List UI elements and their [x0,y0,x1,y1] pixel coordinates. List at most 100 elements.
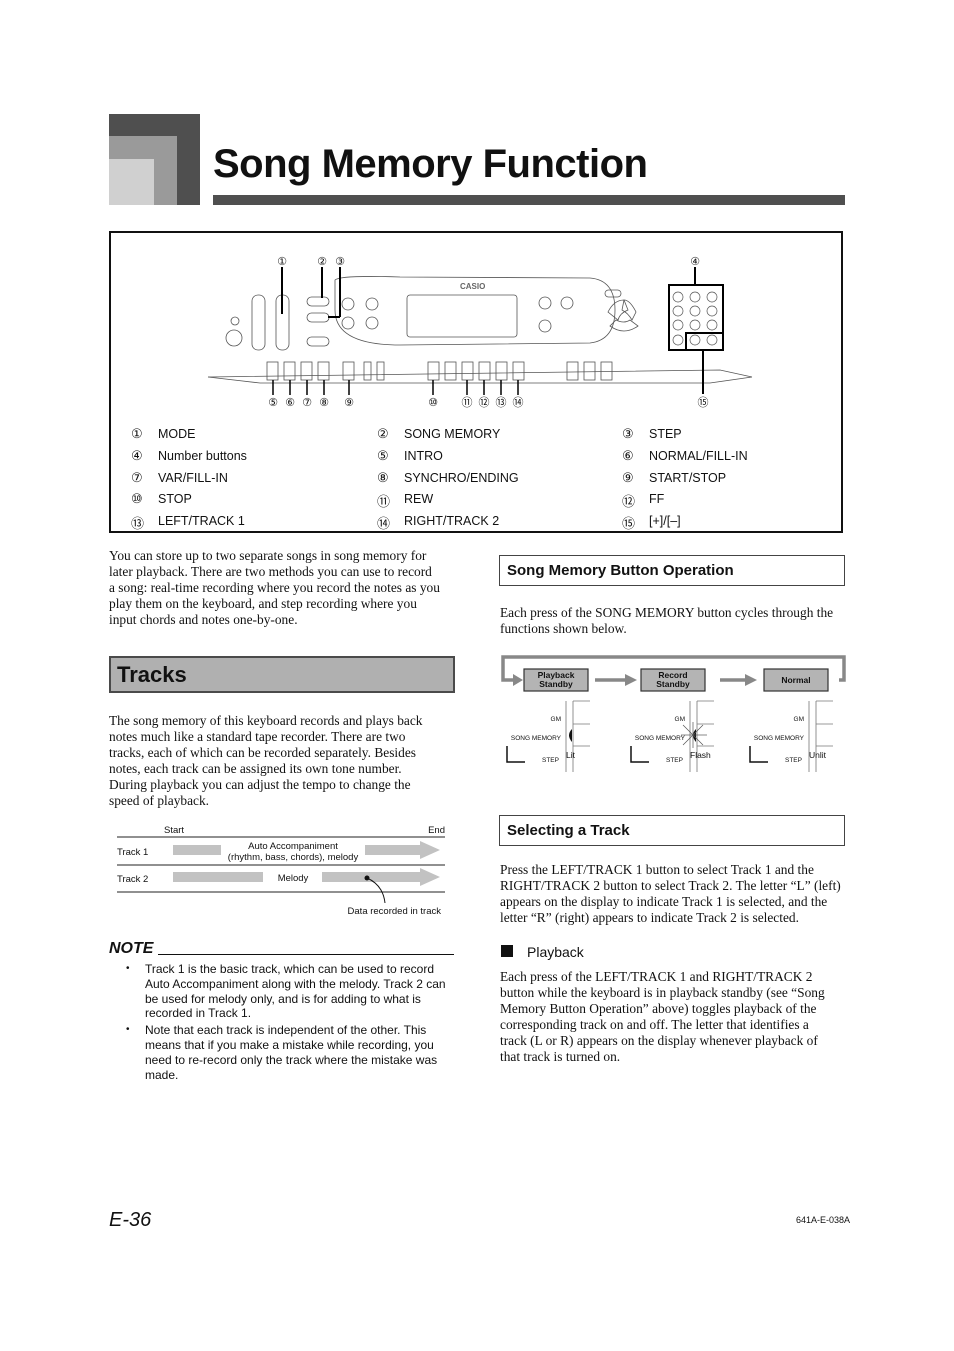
start-label: Start [164,825,184,836]
step-label: STEP [785,757,802,764]
legend-num: ① [131,426,143,441]
section-heading-song-memory-op: Song Memory Button Operation [499,555,845,586]
legend-label: NORMAL/FILL-IN [649,449,748,463]
song-memory-op-paragraph: Each press of the SONG MEMORY button cyc… [500,605,850,637]
track2-arrowhead [420,868,440,886]
text-line: notes, each track can be assigned its ow… [109,761,402,776]
subsection-heading-playback: Playback [527,944,584,960]
legend-label: [+]/[–] [649,514,681,528]
gm-label: GM [794,716,804,723]
step-label: STEP [542,757,559,764]
song-memory-label: SONG MEMORY [754,735,805,742]
legend-num: ⑪ [377,494,391,509]
gm-label: GM [675,716,685,723]
text-line: track (L or R) appears on the display wh… [500,1033,818,1048]
legend-num: ⑦ [131,470,143,485]
note-item: Track 1 is the basic track, which can be… [126,962,456,1021]
text-line: RIGHT/TRACK 2 button to select Track 2. … [500,878,841,893]
tracks-paragraph: The song memory of this keyboard records… [109,713,459,809]
legend-num: ⑧ [377,470,389,485]
legend-label: VAR/FILL-IN [158,471,228,485]
text-line: later playback. There are two methods yo… [109,564,432,579]
track1-bar-end [365,845,420,855]
heading-text: Selecting a Track [507,822,630,839]
legend-num: ⑥ [622,448,634,463]
song-memory-label: SONG MEMORY [635,735,686,742]
gm-label: GM [551,716,561,723]
text-line: During playback you can adjust the tempo… [109,777,411,792]
selecting-track-paragraph: Press the LEFT/TRACK 1 button to select … [500,862,850,926]
text-line: functions shown below. [500,621,627,636]
song-memory-flow-diagram: Playback Standby Record Standby Normal G… [501,655,846,772]
indicator-lit [569,729,572,742]
section-heading-tracks: Tracks [109,656,455,693]
legend-num: ③ [622,426,634,441]
annotation-text: Data recorded in track [348,906,442,917]
legend-label: SONG MEMORY [404,427,501,441]
figure-legend: ① MODE ② SONG MEMORY ③ STEP ④ Number but… [0,0,954,540]
legend-label: STEP [649,427,682,441]
text-line: Press the LEFT/TRACK 1 button to select … [500,862,814,877]
state-2-line2: Standby [656,679,690,689]
track1-content-line2: (rhythm, bass, chords), melody [228,852,359,863]
legend-num: ⑩ [131,491,143,506]
legend-label: FF [649,492,665,506]
legend-num: ⑫ [622,494,636,509]
legend-num: ② [377,426,389,441]
text-line: corresponding track on and off. The lett… [500,1017,809,1032]
legend-label: LEFT/TRACK 1 [158,514,245,528]
legend-label: MODE [158,427,196,441]
track1-bar-start [173,845,221,855]
heading-text: Song Memory Button Operation [507,562,734,579]
text-line: Each press of the SONG MEMORY button cyc… [500,605,834,620]
indicator-status-flash: Flash [690,750,711,760]
legend-num: ⑮ [622,516,636,531]
page-number: E-36 [109,1209,152,1231]
square-bullet-icon [501,945,513,957]
text-line: speed of playback. [109,793,210,808]
note-title: NOTE [109,940,154,957]
legend-label: SYNCHRO/ENDING [404,471,519,485]
note-item: Note that each track is independent of t… [126,1023,456,1082]
legend-num: ④ [131,448,143,463]
text-line: letter “R” (right) appears to indicate T… [500,910,799,925]
state-3-line1: Normal [781,675,810,685]
legend-label: START/STOP [649,471,727,485]
legend-num: ⑨ [622,470,634,485]
indicator-status-lit: Lit [566,750,576,760]
note-rule [158,954,454,955]
text-line: that track is turned on. [500,1049,621,1064]
text-line: notes much like a standard tape recorder… [109,729,406,744]
section-heading-selecting-track: Selecting a Track [499,815,845,846]
document-code: 641A-E-038A [796,1215,851,1225]
track2-label: Track 2 [117,874,148,885]
track2-content: Melody [278,873,309,884]
text-line: play them on the keyboard, and step reco… [109,596,417,611]
legend-label: RIGHT/TRACK 2 [404,514,500,528]
track1-label: Track 1 [117,847,148,858]
legend-num: ⑭ [377,516,391,531]
end-label: End [428,825,445,836]
step-label: STEP [666,757,683,764]
track1-content-line1: Auto Accompaniment [248,841,338,852]
legend-label: INTRO [404,449,443,463]
legend-num: ⑬ [131,516,145,531]
playback-paragraph: Each press of the LEFT/TRACK 1 and RIGHT… [500,969,850,1065]
text-line: Each press of the LEFT/TRACK 1 and RIGHT… [500,969,813,984]
text-line: tracks, each of which can be recorded se… [109,745,416,760]
legend-label: STOP [158,492,192,506]
text-line: input chords and notes one-by-one. [109,612,298,627]
text-line: button while the keyboard is in playback… [500,985,825,1000]
text-line: You can store up to two separate songs i… [109,548,427,563]
text-line: Memory Button Operation” above) toggles … [500,1001,817,1016]
song-memory-label: SONG MEMORY [511,735,562,742]
intro-paragraph: You can store up to two separate songs i… [109,548,459,628]
text-line: a song: real-time recording where you re… [109,580,440,595]
state-1-line2: Standby [539,679,573,689]
track-diagram: Start End Track 1 Auto Accompaniment (rh… [117,825,445,917]
legend-num: ⑤ [377,448,389,463]
note-list: Track 1 is the basic track, which can be… [126,962,456,1084]
track1-arrowhead [420,841,440,859]
legend-label: Number buttons [158,449,247,463]
indicator-status-unlit: Unlit [809,750,827,760]
